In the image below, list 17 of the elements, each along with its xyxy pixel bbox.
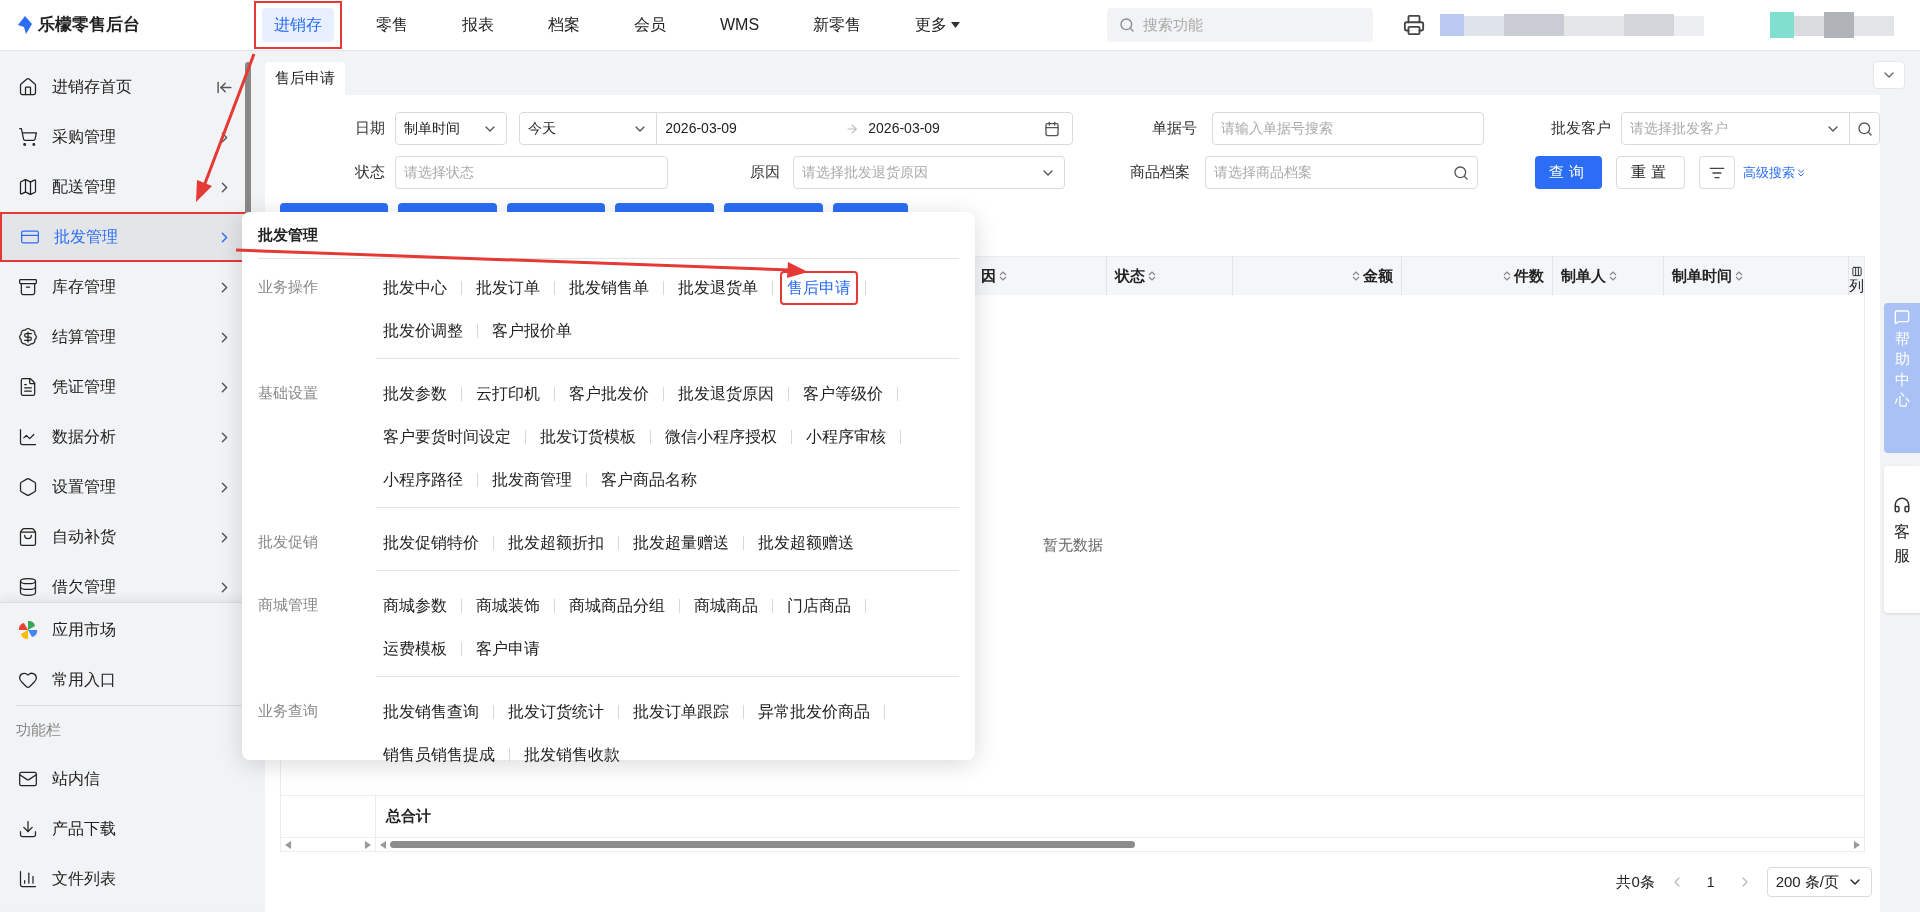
field-label: 日期: [354, 118, 385, 139]
field-label: 批发客户: [1550, 118, 1611, 139]
total-label: 总合计: [384, 806, 431, 827]
total-count: 共0条: [1616, 871, 1655, 892]
section-label: 基础设置: [258, 383, 318, 404]
app-name: 乐檬零售后台: [38, 14, 140, 37]
field-label: 单据号: [1152, 118, 1198, 139]
submenu-title: 批发管理: [258, 224, 318, 245]
field-label: 原因: [750, 162, 780, 183]
section-title: 功能栏: [16, 719, 61, 740]
section-label: 商城管理: [258, 595, 318, 616]
field-label: 状态: [355, 162, 385, 183]
empty-message: 暂无数据: [1042, 534, 1103, 555]
section-label: 批发促销: [258, 532, 318, 553]
field-label: 商品档案: [1130, 162, 1190, 183]
section-label: 业务查询: [258, 701, 318, 722]
section-label: 业务操作: [258, 277, 318, 298]
